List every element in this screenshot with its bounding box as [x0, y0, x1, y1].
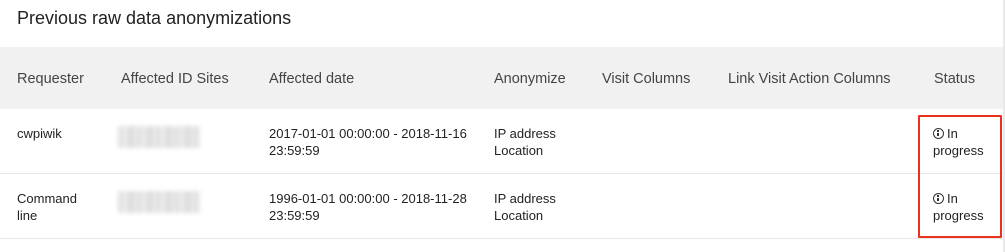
blurred-site-ids: [118, 191, 200, 213]
status-label-continued: progress: [933, 207, 984, 223]
anonymize-cell: IP address Location: [494, 126, 584, 159]
requester-cell: cwpiwik: [17, 126, 62, 141]
requester-cell: Command line: [17, 191, 77, 223]
header-status[interactable]: Status: [934, 71, 975, 87]
status-cell: In progress: [933, 191, 997, 224]
info-icon[interactable]: [933, 193, 944, 204]
info-icon[interactable]: [933, 128, 944, 139]
status-label-continued: progress: [933, 142, 984, 158]
anonymize-ip: IP address: [494, 126, 556, 141]
anonymize-cell: IP address Location: [494, 191, 584, 224]
affected-date-cell: 2017-01-01 00:00:00 - 2018-11-16 23:59:5…: [269, 126, 467, 158]
header-anonymize[interactable]: Anonymize: [494, 71, 566, 87]
affected-sites-cell: [118, 126, 200, 148]
header-affected-date[interactable]: Affected date: [269, 71, 354, 87]
header-affected-sites[interactable]: Affected ID Sites: [121, 71, 229, 87]
table-row: cwpiwik 2017-01-01 00:00:00 - 2018-11-16…: [0, 109, 1003, 174]
anonymize-location: Location: [494, 142, 544, 158]
status-cell: In progress: [933, 126, 997, 159]
header-link-visit-action-columns[interactable]: Link Visit Action Columns: [728, 71, 891, 87]
affected-date-cell: 1996-01-01 00:00:00 - 2018-11-28 23:59:5…: [269, 191, 467, 223]
blurred-site-ids: [118, 126, 200, 148]
header-visit-columns[interactable]: Visit Columns: [602, 71, 690, 87]
affected-sites-cell: [118, 191, 200, 213]
status-label: In: [947, 126, 958, 141]
panel-title: Previous raw data anonymizations: [17, 8, 292, 28]
header-requester[interactable]: Requester: [17, 71, 84, 87]
status-label: In: [947, 191, 958, 206]
table-row: Command line 1996-01-01 00:00:00 - 2018-…: [0, 174, 1003, 239]
anonymize-location: Location: [494, 207, 544, 223]
table-header: Requester Affected ID Sites Affected dat…: [0, 47, 1003, 109]
anonymize-ip: IP address: [494, 191, 556, 206]
